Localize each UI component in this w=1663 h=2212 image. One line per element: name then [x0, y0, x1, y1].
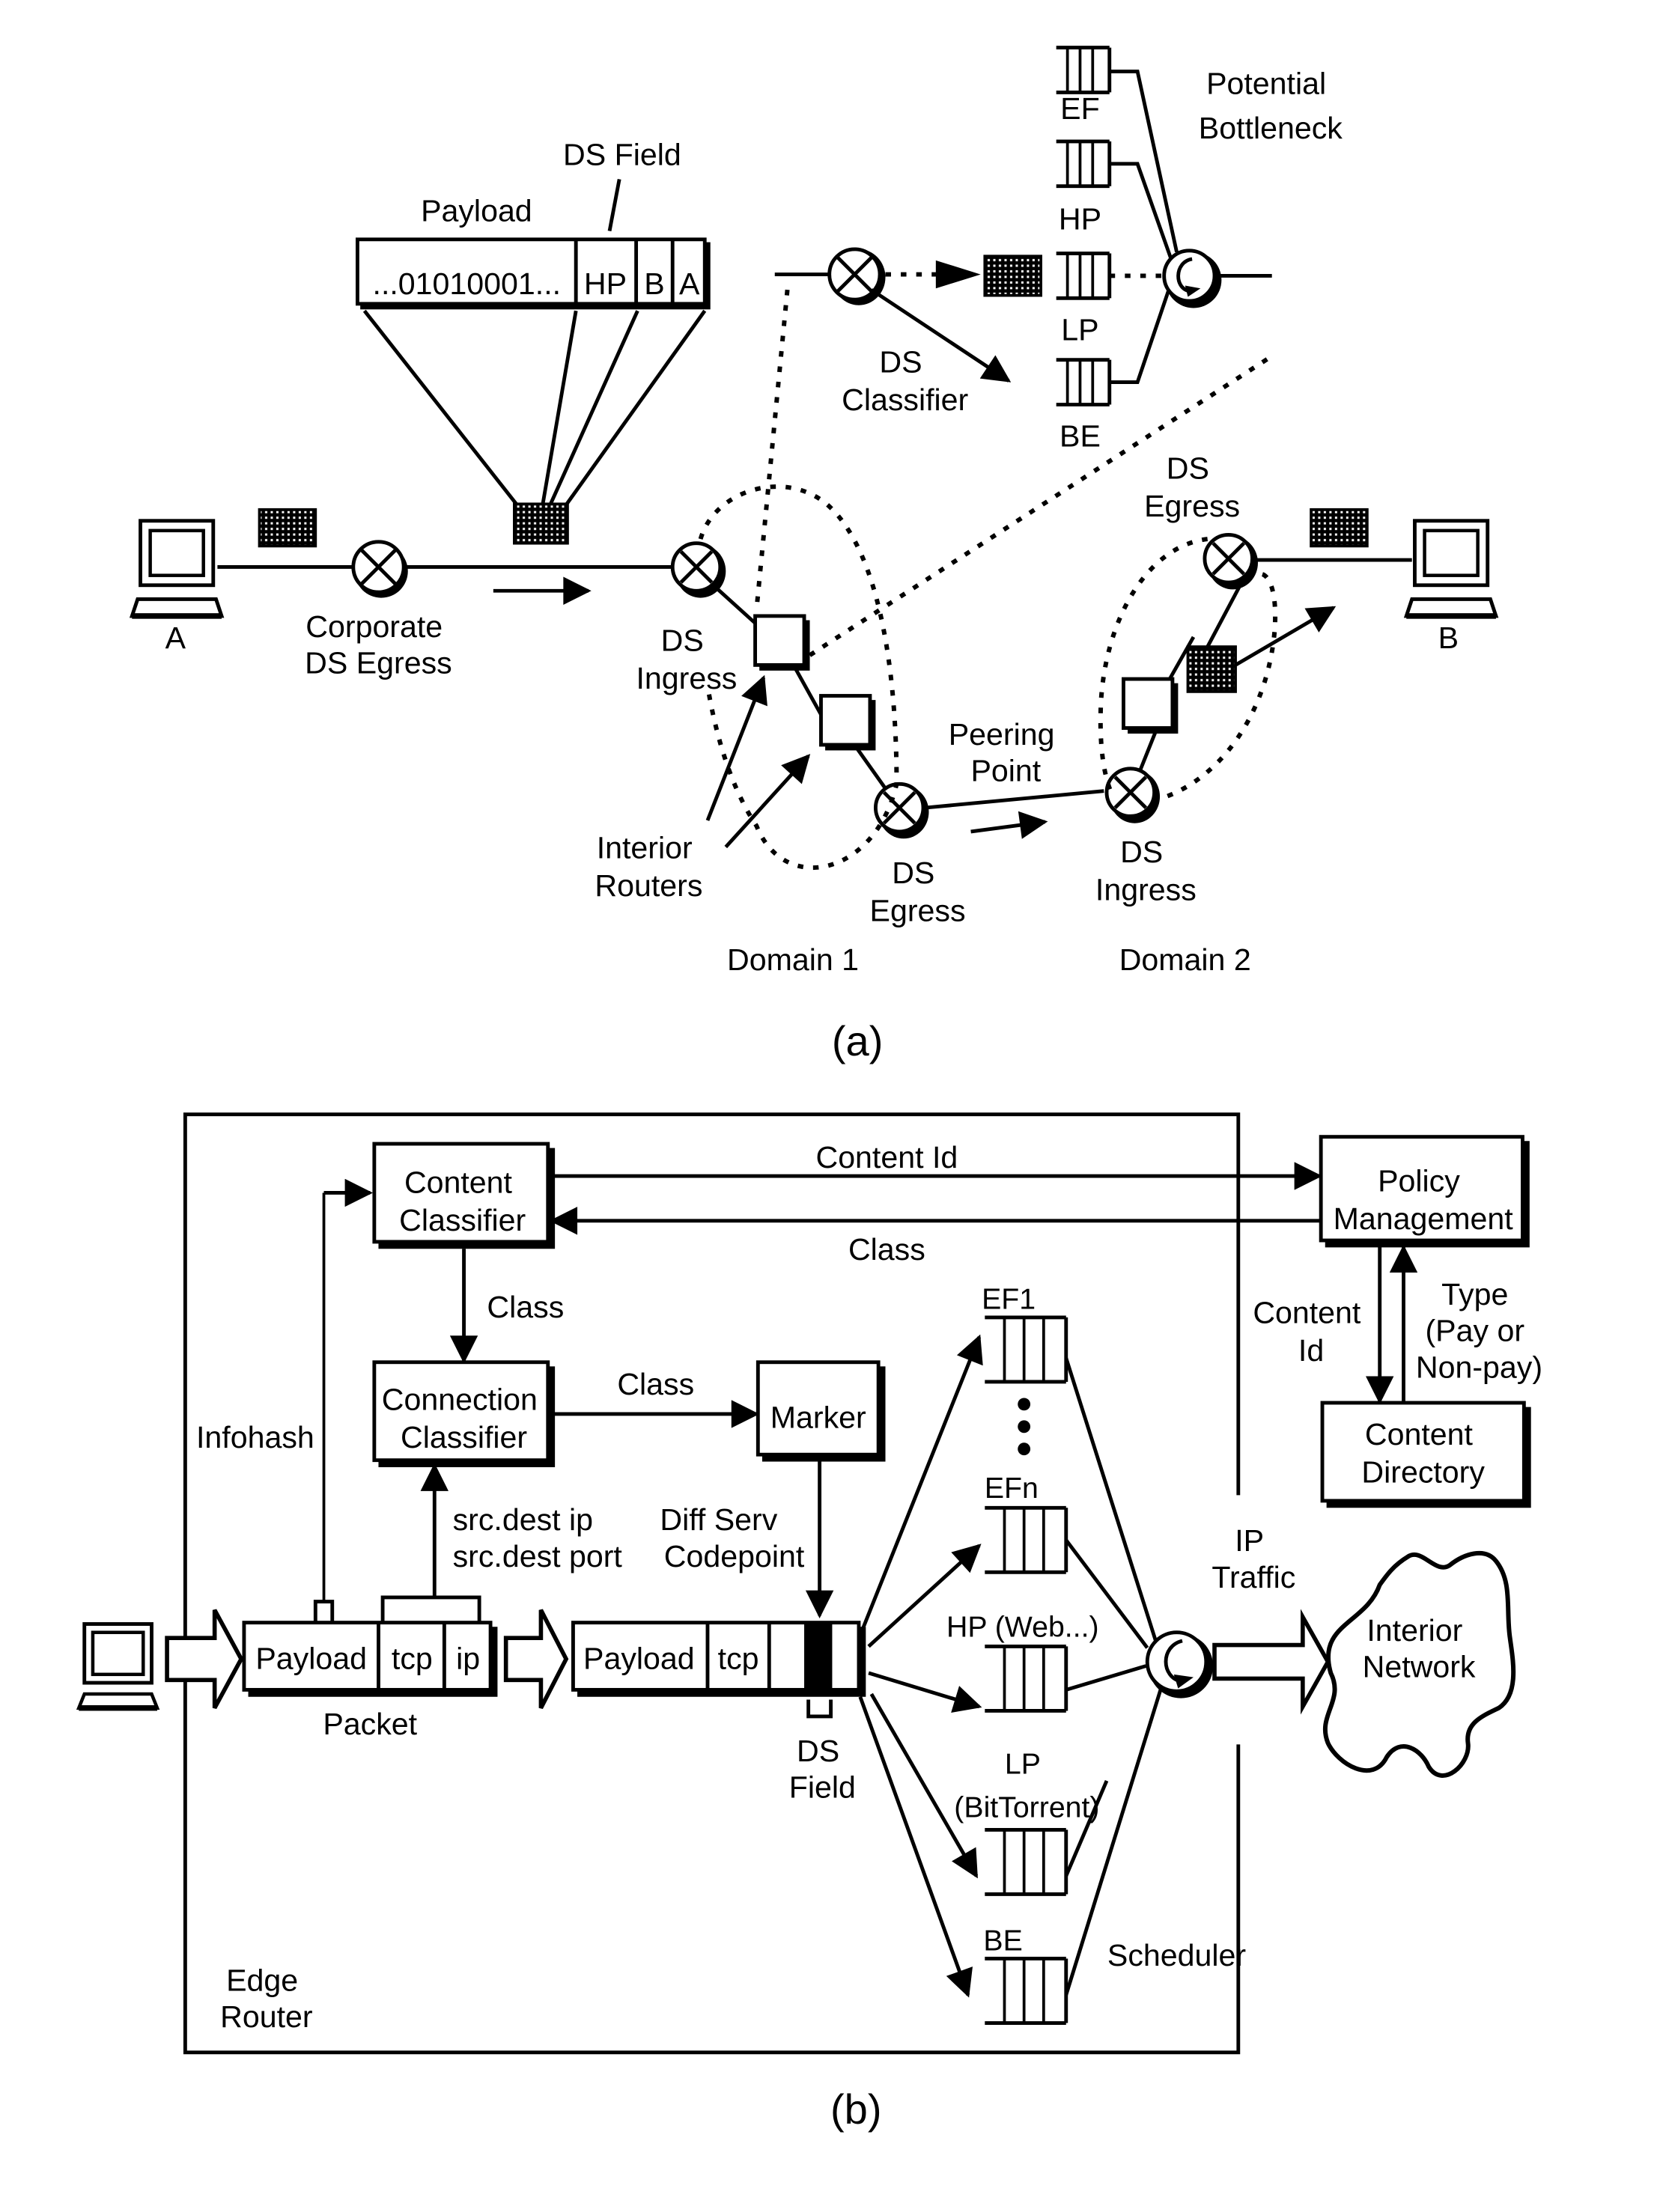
figure-b-caption: (b) — [830, 2085, 882, 2133]
flow-arrow — [1234, 606, 1337, 667]
ip-traffic-label: IP Traffic — [1211, 1523, 1295, 1594]
corporate-egress-router-icon — [351, 540, 408, 598]
type-label: Type (Pay or Non-pay) — [1416, 1277, 1542, 1384]
block-arrow-icon — [503, 1609, 569, 1709]
ds-classifier-label: DS Classifier — [842, 344, 968, 416]
queue-hp-icon — [985, 1644, 1068, 1713]
queue-ef-icon — [1056, 46, 1112, 94]
packet-tcp-field: tcp — [392, 1641, 433, 1675]
ellipsis-dot — [1018, 1398, 1031, 1411]
edge-router-label: Edge Router — [220, 1963, 313, 2035]
packet-icon — [983, 255, 1042, 297]
packet-payload-field: Payload — [255, 1641, 367, 1675]
packet-label: Packet — [323, 1707, 417, 1741]
scheduler-icon — [1145, 1630, 1214, 1698]
packet-icon — [1186, 645, 1237, 693]
ds-egress-2-label: DS Egress — [1144, 451, 1240, 523]
queue-be-icon — [1056, 358, 1112, 406]
queue-lp-icon — [1056, 252, 1112, 300]
domain-2-label: Domain 2 — [1119, 942, 1251, 977]
ds-ingress-2-label: DS Ingress — [1095, 835, 1197, 907]
figure-a: A Corporate DS Egress Payload DS Field .… — [129, 46, 1499, 1064]
queue-be-icon — [985, 1957, 1068, 2025]
interior-router-icon — [753, 614, 806, 667]
marker-label: Marker — [770, 1401, 866, 1435]
ellipsis-dot — [1018, 1420, 1031, 1433]
block-arrow-icon — [165, 1609, 244, 1710]
queue-ef-label: EF — [1060, 91, 1100, 126]
content-id-side-label: Content Id — [1253, 1295, 1369, 1367]
computer-icon-host-a — [129, 519, 225, 619]
ds-egress-router-icon — [1203, 533, 1258, 590]
flow-arrow — [970, 811, 1048, 839]
queue-ef1-label: EF1 — [982, 1283, 1036, 1316]
packet-header-diagram: ...01010001... HP B A — [355, 237, 711, 508]
class-right-label: Class — [617, 1367, 694, 1401]
queue-hp-label: HP (Web...) — [946, 1610, 1099, 1643]
ds-egress-router-icon — [873, 781, 929, 839]
packet-icon — [513, 502, 569, 545]
diffserv-codepoint-label: Diff Serv Codepoint — [660, 1502, 804, 1573]
host-a-label: A — [165, 621, 186, 655]
edge-router-boundary — [183, 1112, 1241, 2055]
diffserv-diagram: A Corporate DS Egress Payload DS Field .… — [76, 46, 1542, 2133]
interior-router-icon — [819, 694, 872, 747]
host-b-label: B — [1438, 621, 1459, 655]
queue-ef1-icon — [985, 1315, 1068, 1384]
scheduler-label: Scheduler — [1107, 1938, 1246, 1972]
queue-lp-label: LP (BitTorrent) — [954, 1748, 1099, 1824]
src-dest-label: src.dest ip src.dest port — [453, 1502, 623, 1573]
figure-b: Edge Router Content Classifier Content I… — [76, 1112, 1542, 2133]
ds-ingress-router-icon — [1104, 767, 1161, 823]
queue-hp-icon — [1056, 139, 1112, 189]
packet-icon — [258, 508, 317, 548]
queue-be-label: BE — [1059, 419, 1101, 454]
content-id-label: Content Id — [815, 1140, 958, 1174]
interior-routers-label: Interior Routers — [595, 830, 702, 902]
ds-field-label: DS Field — [789, 1734, 856, 1805]
ds-field-marked — [804, 1622, 833, 1690]
packet-a-field: A — [679, 266, 700, 301]
figure-a-caption: (a) — [832, 1017, 884, 1064]
queue-be-label: BE — [983, 1924, 1022, 1957]
payload-label: Payload — [421, 194, 532, 228]
block-arrow-icon — [1212, 1609, 1331, 1715]
queue-hp-label: HP — [1059, 202, 1101, 237]
queue-lp-label: LP — [1061, 312, 1098, 347]
packet-bits-field: ...01010001... — [373, 266, 562, 301]
domain-1-label: Domain 1 — [727, 942, 859, 977]
ellipsis-dot — [1018, 1442, 1031, 1456]
corporate-egress-label: Corporate DS Egress — [305, 609, 452, 680]
ds-classifier-icon — [827, 247, 886, 305]
queue-efn-label: EFn — [985, 1472, 1039, 1505]
computer-icon-host-b — [1403, 519, 1499, 619]
class-return-label: Class — [848, 1232, 925, 1267]
computer-icon-source-host — [76, 1622, 160, 1711]
packet-ip-field: ip — [456, 1641, 480, 1675]
ds-field-label: DS Field — [563, 138, 681, 172]
scheduler-icon — [1162, 249, 1222, 308]
packet-b-field: B — [644, 266, 664, 301]
packet-hp-field: HP — [584, 266, 627, 301]
peering-point-label: Peering Point — [949, 717, 1063, 788]
infohash-label: Infohash — [196, 1420, 314, 1454]
packet-icon — [1310, 508, 1369, 548]
interior-router-icon — [1122, 677, 1175, 730]
queue-efn-icon — [985, 1505, 1068, 1574]
potential-bottleneck-label: Potential Bottleneck — [1199, 66, 1343, 145]
ds-ingress-1-label: DS Ingress — [636, 624, 737, 695]
class-down-label: Class — [487, 1290, 564, 1324]
marked-payload-field: Payload — [583, 1641, 695, 1675]
marked-tcp-field: tcp — [718, 1641, 759, 1675]
ds-egress-1-label: DS Egress — [870, 856, 966, 927]
queue-lp-icon — [985, 1827, 1068, 1896]
